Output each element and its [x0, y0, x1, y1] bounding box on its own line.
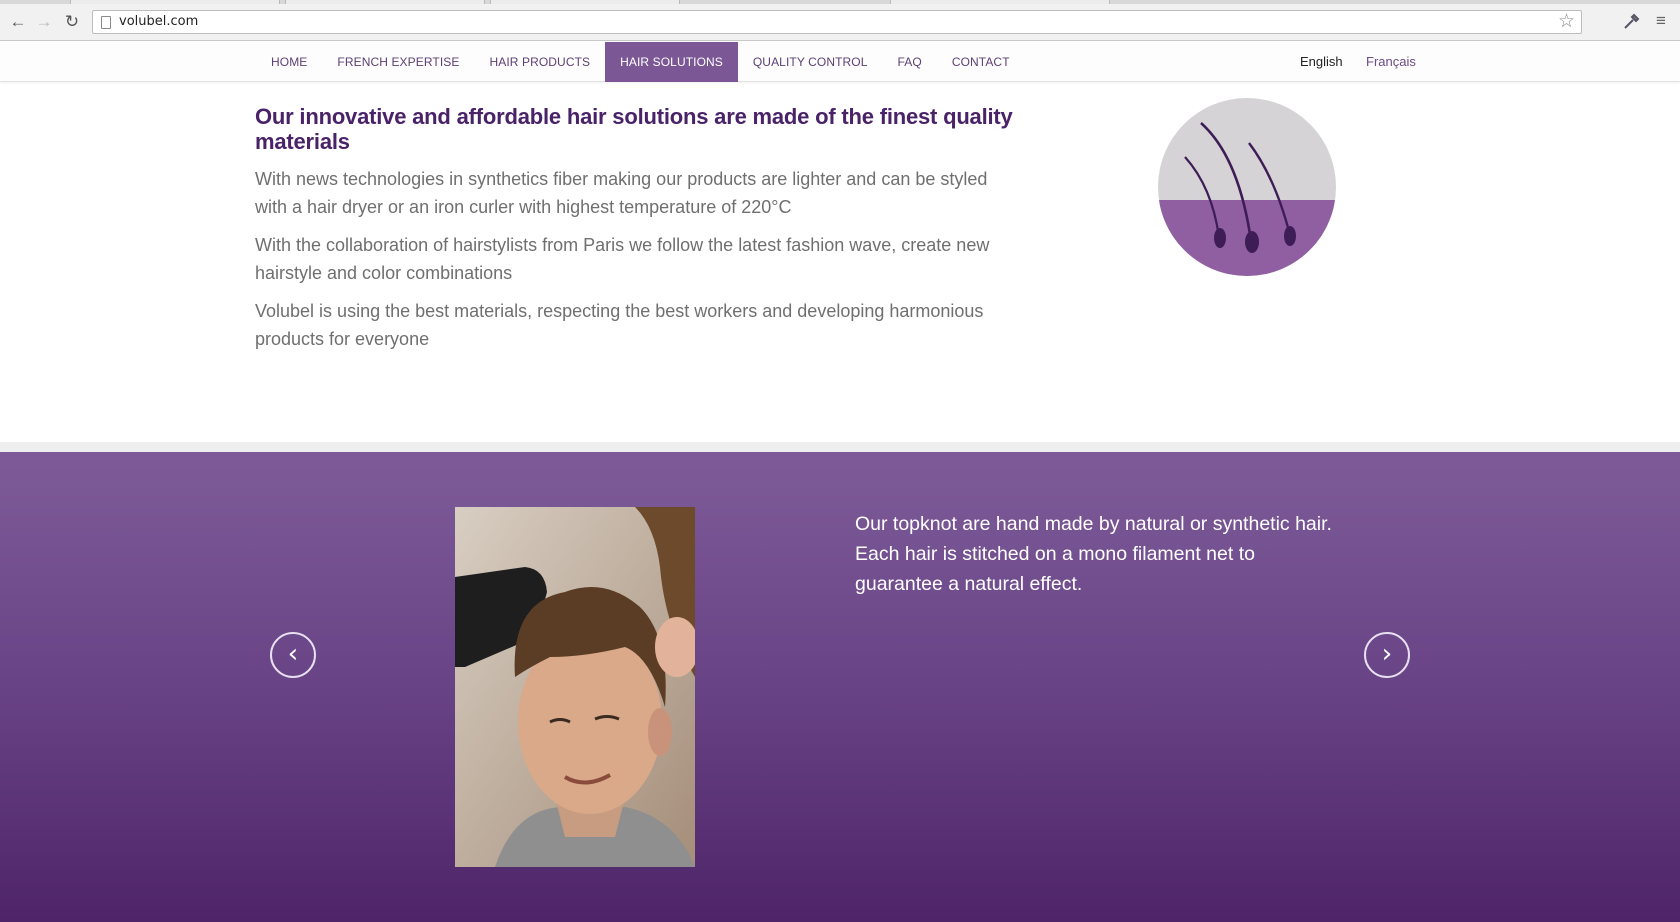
- browser-tab[interactable]: [490, 0, 680, 4]
- nav-faq[interactable]: FAQ: [883, 42, 937, 82]
- browser-tab[interactable]: [890, 0, 1110, 4]
- nav-home[interactable]: HOME: [256, 42, 322, 82]
- slide-photo: [455, 507, 695, 867]
- reload-icon[interactable]: ↻: [62, 12, 82, 32]
- forward-icon[interactable]: →: [34, 12, 54, 32]
- slide-caption: Our topknot are hand made by natural or …: [855, 513, 1332, 595]
- intro-section: Our innovative and affordable hair solut…: [255, 104, 1015, 353]
- nav-contact[interactable]: CONTACT: [937, 42, 1025, 82]
- intro-paragraph: Volubel is using the best materials, res…: [255, 301, 984, 349]
- intro-paragraph: With news technologies in synthetics fib…: [255, 169, 988, 217]
- slider-next-button[interactable]: ›: [1364, 632, 1410, 678]
- nav-hair-products[interactable]: HAIR PRODUCTS: [474, 42, 605, 82]
- eyedropper-extension-icon[interactable]: [1622, 11, 1642, 36]
- intro-paragraph: With the collaboration of hairstylists f…: [255, 235, 990, 283]
- page-icon: [101, 16, 111, 29]
- tab-strip: [0, 0, 1680, 4]
- browser-menu-icon[interactable]: ≡: [1656, 11, 1666, 31]
- nav-hair-solutions[interactable]: HAIR SOLUTIONS: [605, 42, 738, 82]
- language-english-link[interactable]: English: [1300, 42, 1343, 82]
- language-french-link[interactable]: Français: [1366, 42, 1416, 82]
- url-text: volubel.com: [119, 14, 199, 29]
- main-nav: HOME FRENCH EXPERTISE HAIR PRODUCTS HAIR…: [256, 42, 1025, 82]
- address-bar[interactable]: volubel.com ☆: [92, 10, 1582, 34]
- section-divider: [0, 442, 1680, 452]
- browser-toolbar: ← → ↻ volubel.com ☆ ≡: [0, 0, 1680, 41]
- browser-tab[interactable]: [70, 0, 280, 4]
- hair-solutions-slider: ‹ Our topknot are hand made by natural o…: [0, 452, 1680, 922]
- nav-french-expertise[interactable]: FRENCH EXPERTISE: [322, 42, 474, 82]
- slider-prev-button[interactable]: ‹: [270, 632, 316, 678]
- nav-quality-control[interactable]: QUALITY CONTROL: [738, 42, 883, 82]
- hair-follicle-icon: [1157, 97, 1337, 277]
- back-icon[interactable]: ←: [8, 12, 28, 32]
- page-heading: Our innovative and affordable hair solut…: [255, 104, 1013, 154]
- browser-tab[interactable]: [285, 0, 485, 4]
- site-header: HOME FRENCH EXPERTISE HAIR PRODUCTS HAIR…: [0, 42, 1680, 82]
- bookmark-star-icon[interactable]: ☆: [1558, 11, 1575, 33]
